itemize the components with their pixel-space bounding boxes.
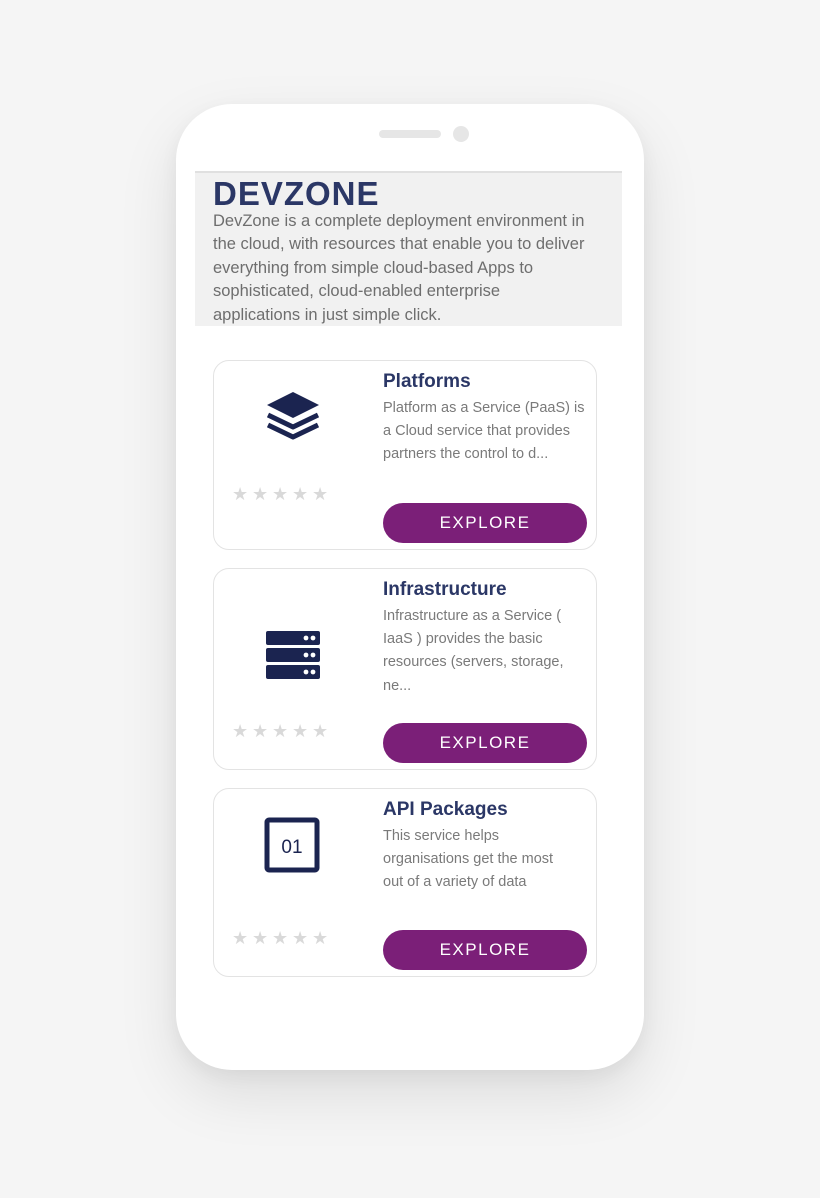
explore-button[interactable]: EXPLORE — [383, 503, 587, 543]
service-card-infrastructure: Infrastructure Infrastructure as a Servi… — [213, 568, 597, 770]
star-icon[interactable]: ★ — [292, 722, 308, 740]
app-screen: DEVZONE DevZone is a complete deployment… — [195, 171, 622, 1031]
explore-button[interactable]: EXPLORE — [383, 723, 587, 763]
star-icon[interactable]: ★ — [252, 929, 268, 947]
star-icon[interactable]: ★ — [272, 485, 288, 503]
star-icon[interactable]: ★ — [232, 929, 248, 947]
page-title: DEVZONE — [213, 175, 380, 212]
card-description: This service helps organisations get the… — [383, 828, 554, 891]
star-icon[interactable]: ★ — [312, 485, 328, 503]
service-card-api-packages: 01 API Packages This service helps organ… — [213, 788, 597, 977]
star-icon[interactable]: ★ — [272, 929, 288, 947]
service-card-platforms: Platforms Platform as a Service (PaaS) i… — [213, 360, 597, 550]
star-icon[interactable]: ★ — [272, 722, 288, 740]
layers-icon — [264, 389, 322, 447]
page-description: DevZone is a complete deployment environ… — [213, 212, 585, 324]
card-title: Infrastructure — [383, 579, 507, 600]
phone-frame: DEVZONE DevZone is a complete deployment… — [176, 104, 644, 1070]
star-rating[interactable]: ★ ★ ★ ★ ★ — [232, 485, 328, 503]
card-title: API Packages — [383, 799, 508, 820]
star-icon[interactable]: ★ — [232, 485, 248, 503]
card-title: Platforms — [383, 371, 471, 392]
star-rating[interactable]: ★ ★ ★ ★ ★ — [232, 722, 328, 740]
explore-button[interactable]: EXPLORE — [383, 930, 587, 970]
api-package-icon-label: 01 — [281, 837, 302, 858]
star-icon[interactable]: ★ — [312, 929, 328, 947]
star-icon[interactable]: ★ — [292, 929, 308, 947]
phone-speaker — [379, 130, 441, 138]
server-icon — [264, 627, 322, 685]
star-icon[interactable]: ★ — [232, 722, 248, 740]
star-rating[interactable]: ★ ★ ★ ★ ★ — [232, 929, 328, 947]
star-icon[interactable]: ★ — [252, 722, 268, 740]
star-icon[interactable]: ★ — [312, 722, 328, 740]
card-description: Infrastructure as a Service ( IaaS ) pro… — [383, 608, 564, 694]
hero-banner: DEVZONE DevZone is a complete deployment… — [195, 171, 622, 326]
api-package-icon: 01 — [264, 817, 320, 873]
star-icon[interactable]: ★ — [252, 485, 268, 503]
phone-camera — [453, 126, 469, 142]
card-description: Platform as a Service (PaaS) is a Cloud … — [383, 400, 585, 463]
star-icon[interactable]: ★ — [292, 485, 308, 503]
